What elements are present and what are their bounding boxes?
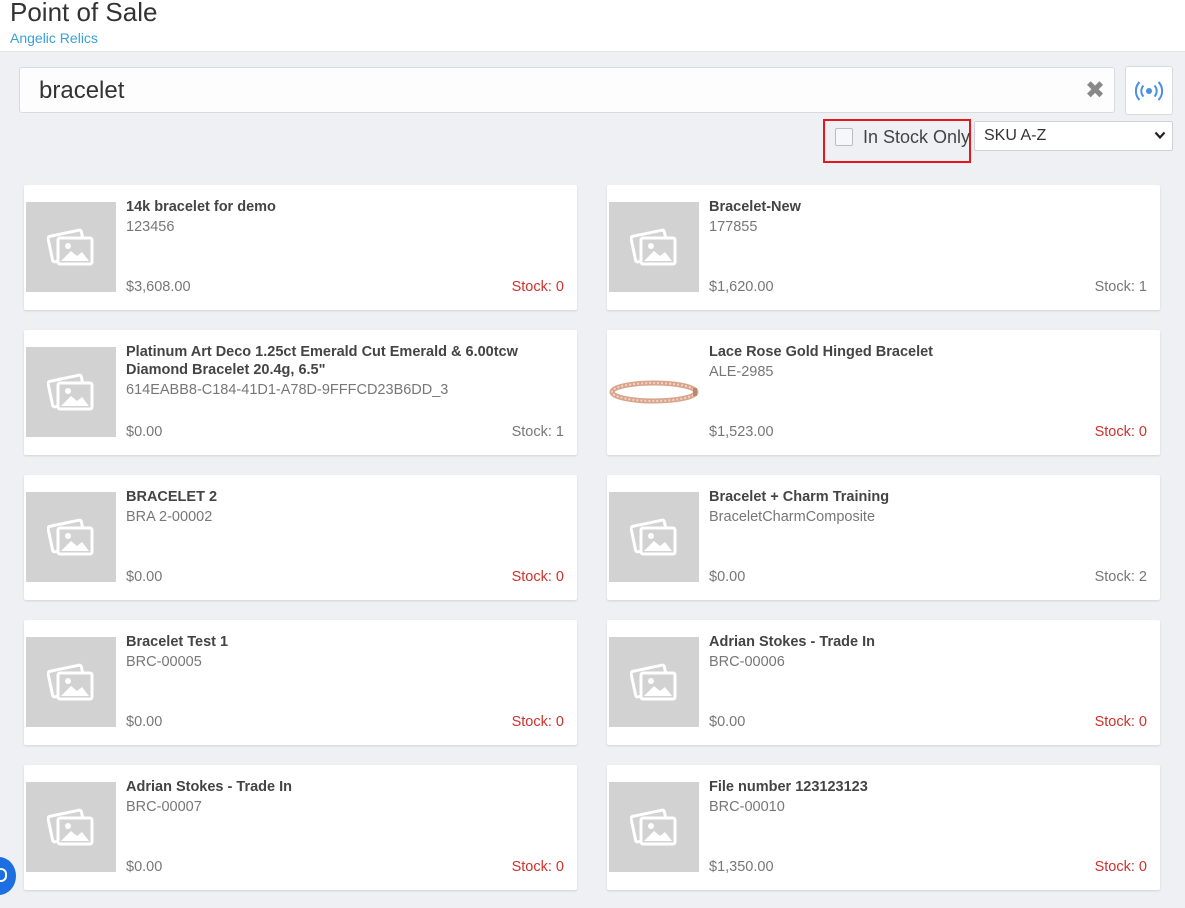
- product-thumbnail: [609, 202, 699, 292]
- product-stock: Stock: 1: [1094, 279, 1147, 295]
- product-stock: Stock: 0: [1094, 714, 1147, 730]
- product-sku: BraceletCharmComposite: [709, 509, 876, 525]
- product-thumbnail: [609, 637, 699, 727]
- product-stock: Stock: 0: [511, 569, 564, 585]
- product-sku: BRC-00010: [709, 799, 785, 815]
- product-thumbnail: [26, 347, 116, 437]
- placeholder-image-icon: [47, 228, 94, 266]
- product-thumbnail: [26, 637, 116, 727]
- product-stock: Stock: 2: [1094, 569, 1147, 585]
- placeholder-image-icon: [47, 663, 94, 701]
- product-price: $0.00: [126, 859, 163, 875]
- placeholder-image-icon: [630, 663, 677, 701]
- product-name: BRACELET 2: [126, 489, 218, 505]
- placeholder-image-icon: [630, 228, 677, 266]
- product-thumbnail: [26, 202, 116, 292]
- in-stock-only-filter: In Stock Only: [823, 119, 971, 163]
- product-name: Platinum Art Deco 1.25ct Emerald Cut Eme…: [126, 344, 518, 378]
- placeholder-image-icon: [47, 808, 94, 846]
- product-name: 14k bracelet for demo: [126, 199, 276, 215]
- product-card[interactable]: Adrian Stokes - Trade In BRC-00007 $0.00 St…: [24, 765, 577, 890]
- product-thumbnail: [609, 347, 699, 437]
- product-name: Adrian Stokes - Trade In: [709, 634, 875, 650]
- bracelet-photo: [609, 380, 699, 404]
- rfid-scan-icon: [1135, 81, 1163, 101]
- placeholder-image-icon: [47, 373, 94, 411]
- product-price: $0.00: [709, 714, 746, 730]
- store-name-link[interactable]: Angelic Relics: [10, 30, 98, 46]
- product-name: Adrian Stokes - Trade In: [126, 779, 292, 795]
- product-price: $3,608.00: [126, 279, 191, 295]
- in-stock-only-label[interactable]: In Stock Only: [863, 126, 970, 148]
- sort-select[interactable]: SKU A-Z: [974, 121, 1173, 151]
- product-sku: 614EABB8-C184-41D1-A78D-9FFFCD23B6DD_3: [126, 382, 449, 398]
- product-thumbnail: [609, 782, 699, 872]
- page-title: Point of Sale: [10, 0, 158, 27]
- product-price: $1,620.00: [709, 279, 774, 295]
- product-name: Bracelet + Charm Training: [709, 489, 890, 505]
- product-card[interactable]: Bracelet + Charm Training BraceletCharmCo…: [607, 475, 1160, 600]
- search-field[interactable]: ✖: [19, 67, 1115, 113]
- product-sku: 177855: [709, 219, 758, 235]
- product-thumbnail: [26, 492, 116, 582]
- product-card[interactable]: Platinum Art Deco 1.25ct Emerald Cut Eme…: [24, 330, 577, 455]
- product-card[interactable]: Bracelet-New 177855 $1,620.00 Stock: 1: [607, 185, 1160, 310]
- product-sku: 123456: [126, 219, 175, 235]
- in-stock-only-checkbox[interactable]: [835, 128, 853, 146]
- placeholder-image-icon: [630, 518, 677, 556]
- product-price: $1,350.00: [709, 859, 774, 875]
- product-stock: Stock: 0: [511, 279, 564, 295]
- product-card[interactable]: 14k bracelet for demo 123456 $3,608.00 Stoc…: [24, 185, 577, 310]
- product-stock: Stock: 0: [511, 859, 564, 875]
- rfid-scan-button[interactable]: [1125, 66, 1173, 115]
- product-sku: BRC-00007: [126, 799, 202, 815]
- product-name: Bracelet-New: [709, 199, 801, 215]
- product-sku: BRC-00006: [709, 654, 785, 670]
- app-header: Point of Sale Angelic Relics: [0, 0, 1185, 52]
- product-card[interactable]: File number 123123123 BRC-00010 $1,350.00 S…: [607, 765, 1160, 890]
- product-name: Bracelet Test 1: [126, 634, 229, 650]
- product-thumbnail: [609, 492, 699, 582]
- placeholder-image-icon: [47, 518, 94, 556]
- product-price: $0.00: [126, 714, 163, 730]
- product-sku: BRC-00005: [126, 654, 202, 670]
- placeholder-image-icon: [630, 808, 677, 846]
- product-stock: Stock: 1: [511, 424, 564, 440]
- chevron-down-icon: [1154, 131, 1166, 140]
- help-chat-button[interactable]: [0, 857, 16, 895]
- product-name: Lace Rose Gold Hinged Bracelet: [709, 344, 934, 360]
- product-name: File number 123123123: [709, 779, 868, 795]
- product-card[interactable]: Lace Rose Gold Hinged Bracelet ALE-2985 $1…: [607, 330, 1160, 455]
- product-thumbnail: [26, 782, 116, 872]
- product-stock: Stock: 0: [511, 714, 564, 730]
- product-stock: Stock: 0: [1094, 424, 1147, 440]
- product-price: $1,523.00: [709, 424, 774, 440]
- product-card[interactable]: BRACELET 2 BRA 2-00002 $0.00 Stock: 0: [24, 475, 577, 600]
- product-sku: BRA 2-00002: [126, 509, 213, 525]
- product-card[interactable]: Adrian Stokes - Trade In BRC-00006 $0.00 St…: [607, 620, 1160, 745]
- product-price: $0.00: [126, 569, 163, 585]
- product-card[interactable]: Bracelet Test 1 BRC-00005 $0.00 Stock: 0: [24, 620, 577, 745]
- sort-selected-value: SKU A-Z: [984, 127, 1047, 144]
- close-icon[interactable]: ✖: [1084, 79, 1106, 103]
- product-sku: ALE-2985: [709, 364, 774, 380]
- product-price: $0.00: [709, 569, 746, 585]
- product-price: $0.00: [126, 424, 163, 440]
- search-input[interactable]: [39, 77, 1069, 105]
- product-stock: Stock: 0: [1094, 859, 1147, 875]
